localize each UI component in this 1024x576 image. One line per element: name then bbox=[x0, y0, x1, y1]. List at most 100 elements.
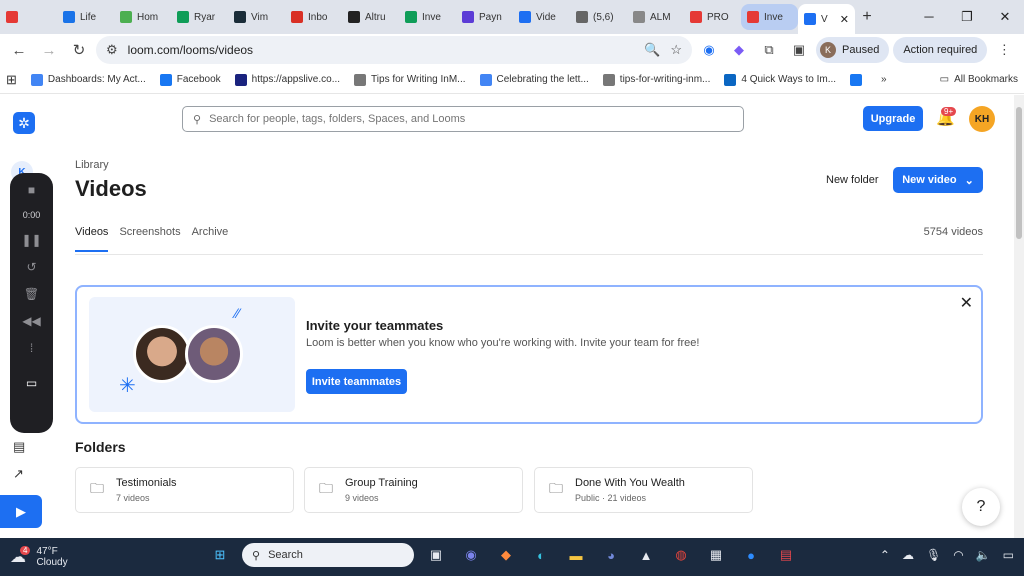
bookmarks-overflow-icon[interactable]: » bbox=[881, 74, 887, 85]
bookmark-label: tips-for-writing-inm... bbox=[619, 74, 711, 85]
search-input[interactable] bbox=[209, 113, 733, 125]
browser-tab[interactable]: Altru bbox=[342, 4, 399, 30]
tab-videos[interactable]: Videos bbox=[75, 226, 109, 252]
camera-icon[interactable]: ▭ bbox=[26, 376, 37, 390]
back-icon[interactable]: ← bbox=[6, 42, 32, 59]
browser-tab[interactable]: Inve bbox=[399, 4, 456, 30]
maximize-icon[interactable]: ❐ bbox=[948, 9, 986, 25]
tab-label: Vide bbox=[536, 11, 556, 23]
taskbar-search[interactable]: ⚲ Search bbox=[242, 543, 414, 567]
tradingview-icon[interactable]: ▲ bbox=[633, 542, 659, 568]
forward-icon[interactable]: → bbox=[36, 42, 62, 59]
browser-tab[interactable]: Inbo bbox=[285, 4, 342, 30]
bookmark-item[interactable]: Facebook bbox=[159, 73, 221, 86]
page-scrollbar[interactable] bbox=[1014, 95, 1024, 538]
close-tab-icon[interactable]: ✕ bbox=[840, 13, 849, 26]
tab-search-icon[interactable]: ▣ bbox=[786, 42, 812, 58]
bookmark-item[interactable]: Dashboards: My Act... bbox=[30, 73, 146, 86]
bookmark-star-icon[interactable]: ☆ bbox=[670, 42, 682, 58]
browser-tab[interactable]: Life bbox=[57, 4, 114, 30]
all-bookmarks[interactable]: ▭ All Bookmarks bbox=[940, 74, 1018, 85]
action-required-button[interactable]: Action required bbox=[893, 37, 988, 63]
edge-icon[interactable]: ◐ bbox=[528, 542, 554, 568]
new-video-button[interactable]: New video ⌄ bbox=[893, 167, 983, 193]
new-folder-button[interactable]: New folder bbox=[816, 167, 889, 193]
tab-label: V bbox=[821, 13, 828, 25]
help-button[interactable]: ? bbox=[962, 488, 1000, 526]
app-icon[interactable]: ▤ bbox=[773, 542, 799, 568]
copilot-icon[interactable]: ◆ bbox=[493, 542, 519, 568]
folder-card[interactable]: 🗀 Group Training 9 videos bbox=[304, 467, 523, 513]
bookmark-item[interactable]: 4 Quick Ways to Im... bbox=[724, 73, 836, 86]
wifi-icon[interactable]: ◠ bbox=[953, 548, 963, 562]
file-explorer-icon[interactable]: ▬ bbox=[563, 542, 589, 568]
browser-tab[interactable] bbox=[0, 4, 57, 30]
browser-tab[interactable]: (5,6) bbox=[570, 4, 627, 30]
onedrive-icon[interactable]: ☁ bbox=[902, 548, 914, 562]
task-view-icon[interactable]: ▣ bbox=[423, 542, 449, 568]
chevron-up-icon[interactable]: ⌃ bbox=[880, 548, 890, 562]
stop-icon[interactable]: ■ bbox=[28, 183, 35, 197]
bookmark-item[interactable]: https://appslive.co... bbox=[234, 73, 340, 86]
browser-tab[interactable]: Vide bbox=[513, 4, 570, 30]
minimize-icon[interactable]: ─ bbox=[910, 9, 948, 25]
zoom-icon[interactable]: ● bbox=[738, 542, 764, 568]
browser-tab[interactable]: PRO bbox=[684, 4, 741, 30]
url-text[interactable]: loom.com/looms/videos bbox=[128, 43, 635, 57]
restart-icon[interactable]: ↺ bbox=[26, 260, 36, 274]
page-title: Videos bbox=[75, 176, 147, 201]
profile-paused-button[interactable]: K Paused bbox=[816, 37, 890, 63]
bookmark-item[interactable]: Celebrating the lett... bbox=[479, 73, 589, 86]
extension-icon[interactable]: ◆ bbox=[726, 42, 752, 58]
browser-tab[interactable]: Ryar bbox=[171, 4, 228, 30]
browser-tab[interactable]: ALM bbox=[627, 4, 684, 30]
pause-icon[interactable]: ❚❚ bbox=[21, 233, 41, 247]
loom-logo-icon[interactable]: ✲ bbox=[13, 112, 35, 134]
insights-icon[interactable]: ↗ bbox=[13, 466, 24, 482]
rewind-icon[interactable]: ◀◀ bbox=[22, 314, 40, 328]
chrome-icon[interactable]: ◍ bbox=[668, 542, 694, 568]
discord-icon[interactable]: ◕ bbox=[598, 542, 624, 568]
folder-card[interactable]: 🗀 Done With You Wealth Public · 21 video… bbox=[534, 467, 753, 513]
bookmark-item[interactable]: Tips for Writing InM... bbox=[354, 73, 466, 86]
browser-tab[interactable]: Inve bbox=[741, 4, 798, 30]
reload-icon[interactable]: ↻ bbox=[66, 41, 92, 59]
browser-tab[interactable]: Payn bbox=[456, 4, 513, 30]
extension-icon[interactable]: ◉ bbox=[696, 42, 722, 58]
folder-card[interactable]: 🗀 Testimonials 7 videos bbox=[75, 467, 294, 513]
upgrade-button[interactable]: Upgrade bbox=[863, 106, 923, 131]
new-tab-button[interactable]: + bbox=[855, 8, 879, 26]
zoom-icon[interactable]: 🔍 bbox=[644, 42, 660, 58]
volume-icon[interactable]: 🔈 bbox=[976, 548, 991, 562]
scrollbar-thumb[interactable] bbox=[1016, 107, 1022, 239]
extensions-puzzle-icon[interactable]: ⧉ bbox=[756, 42, 782, 58]
browser-tab[interactable]: Hom bbox=[114, 4, 171, 30]
search-bar[interactable]: ⚲ bbox=[182, 106, 744, 132]
bookmark-item[interactable] bbox=[850, 73, 867, 86]
bookmark-item[interactable]: tips-for-writing-inm... bbox=[602, 73, 711, 86]
notes-icon[interactable]: ▤ bbox=[13, 439, 25, 455]
invite-teammates-button[interactable]: Invite teammates bbox=[306, 369, 407, 394]
videos-nav-icon[interactable]: ▶ bbox=[0, 495, 42, 528]
grid-icon[interactable]: ⁞ bbox=[30, 341, 33, 355]
battery-icon[interactable]: ▭ bbox=[1003, 548, 1014, 562]
close-window-icon[interactable]: ✕ bbox=[986, 9, 1024, 25]
user-avatar[interactable]: KH bbox=[969, 106, 995, 132]
address-bar[interactable]: ⚙ loom.com/looms/videos 🔍 ☆ bbox=[96, 36, 692, 64]
apps-grid-icon[interactable]: ⊞ bbox=[6, 72, 17, 88]
invite-illustration: ✳ ⁄⁄ bbox=[89, 297, 295, 412]
calculator-icon[interactable]: ▦ bbox=[703, 542, 729, 568]
windows-start-icon[interactable]: ⊞ bbox=[207, 542, 233, 568]
teams-icon[interactable]: ◉ bbox=[458, 542, 484, 568]
menu-dots-icon[interactable]: ⋮ bbox=[991, 42, 1017, 58]
tab-screenshots[interactable]: Screenshots bbox=[119, 226, 180, 252]
weather-widget[interactable]: ☁ 4 47°F Cloudy bbox=[10, 545, 68, 568]
close-icon[interactable]: ✕ bbox=[960, 293, 973, 313]
tab-archive[interactable]: Archive bbox=[192, 226, 229, 252]
browser-tab[interactable]: Vim bbox=[228, 4, 285, 30]
site-info-icon[interactable]: ⚙ bbox=[106, 42, 118, 58]
browser-tab[interactable]: V ✕ bbox=[798, 4, 855, 34]
microphone-icon[interactable]: 🎙 bbox=[926, 548, 941, 562]
breadcrumb[interactable]: Library bbox=[75, 159, 109, 171]
trash-icon[interactable]: 🗑 bbox=[24, 287, 39, 301]
